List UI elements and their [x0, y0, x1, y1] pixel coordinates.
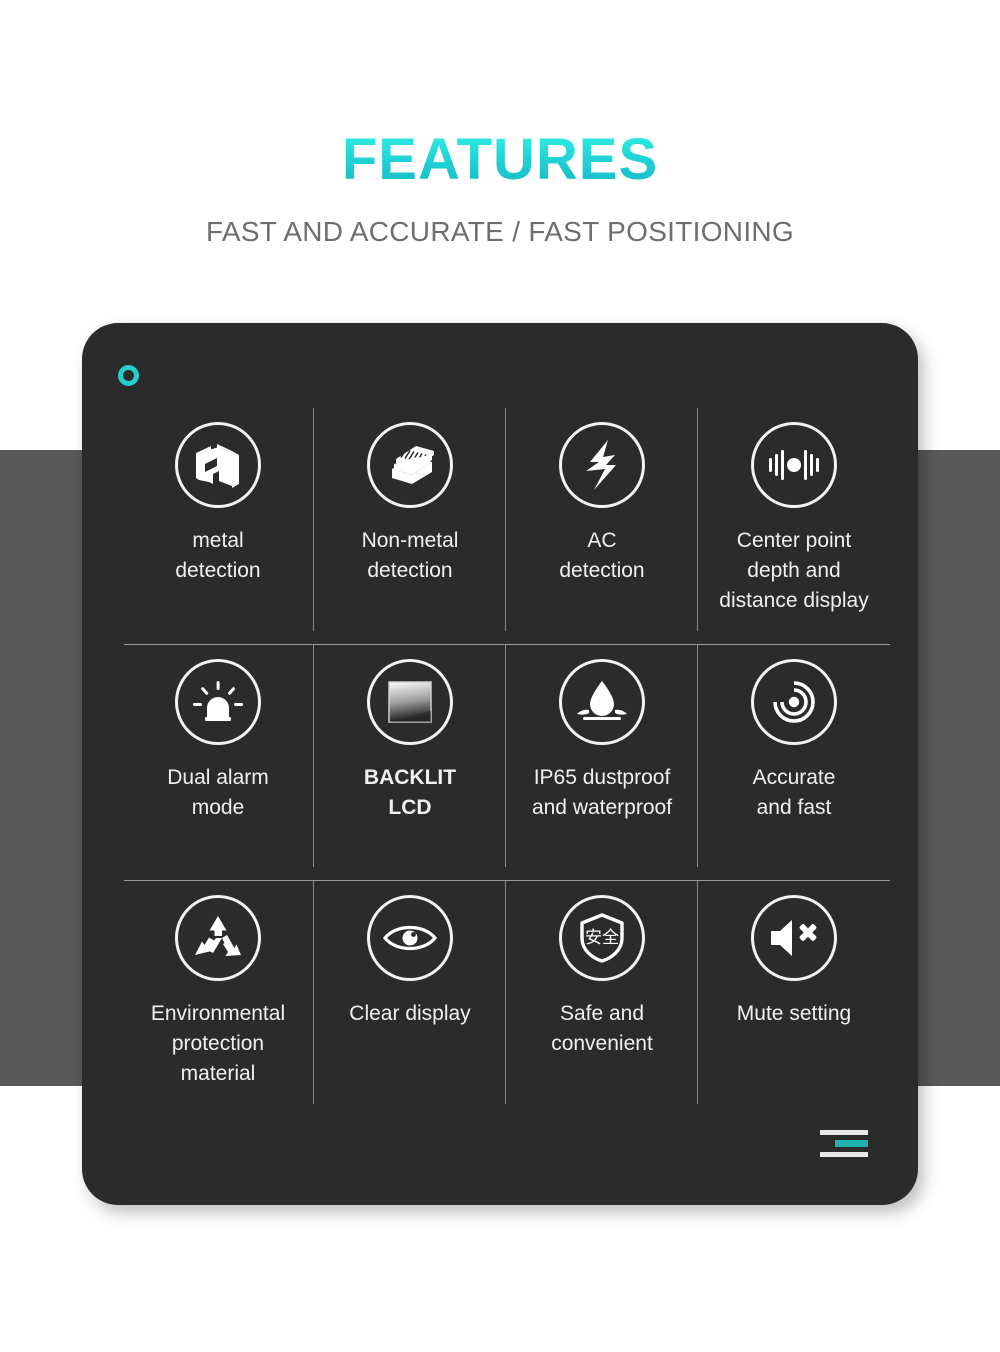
feature-cell-accurate-fast[interactable]: Accurate and fast — [686, 645, 890, 882]
feature-label: IP65 dustproof and waterproof — [531, 765, 673, 819]
feature-cell-environmental[interactable]: Environmental protection material — [122, 881, 314, 1118]
safety-shield-icon: 安全 — [559, 895, 645, 982]
water-droplet-icon — [559, 658, 645, 745]
feature-label: Center point depth and distance display — [719, 529, 869, 612]
bar-top — [820, 1130, 868, 1135]
center-point-bars-icon — [751, 422, 837, 508]
feature-cell-mute-setting[interactable]: Mute setting — [698, 881, 890, 1118]
feature-label: Mute setting — [736, 1002, 852, 1026]
feature-cell-dual-alarm[interactable]: Dual alarm mode — [122, 644, 326, 882]
feature-cell-clear-display[interactable]: Clear display — [314, 881, 506, 1118]
feature-label: Non-metal detection — [361, 529, 459, 582]
alarm-beacon-icon — [175, 658, 261, 745]
bar-bottom — [820, 1152, 868, 1157]
feature-label: Accurate and fast — [752, 765, 836, 819]
feature-label: Safe and convenient — [551, 1002, 653, 1056]
features-card: metal detection Non-metal detection AC d… — [82, 323, 918, 1205]
radar-target-icon — [751, 658, 837, 745]
feature-label: Dual alarm mode — [167, 765, 269, 819]
wood-layers-icon — [367, 422, 453, 508]
feature-label: BACKLIT LCD — [363, 765, 457, 819]
mute-speaker-icon — [751, 895, 837, 982]
feature-cell-metal-detection[interactable]: metal detection — [122, 408, 326, 645]
feature-cell-backlit-lcd[interactable]: BACKLIT LCD — [302, 644, 518, 882]
backlit-screen-icon — [367, 658, 453, 745]
page-title: FEATURES — [341, 127, 659, 192]
feature-label: metal detection — [175, 529, 261, 582]
page-subtitle: FAST AND ACCURATE / FAST POSITIONING — [205, 216, 795, 247]
bar-middle-accent — [835, 1140, 868, 1147]
shield-label: 安全 — [585, 928, 619, 948]
recycle-icon — [175, 895, 261, 982]
feature-label: AC detection — [559, 529, 645, 582]
feature-cell-center-point[interactable]: Center point depth and distance display — [686, 408, 890, 645]
stacked-bars-icon — [820, 1130, 868, 1157]
circle-ring-icon — [118, 365, 139, 386]
feature-cell-non-metal-detection[interactable]: Non-metal detection — [302, 408, 518, 645]
lightning-bolt-icon — [559, 422, 645, 508]
feature-label: Environmental protection material — [150, 1002, 286, 1086]
eye-icon — [367, 895, 453, 982]
feature-cell-safe-convenient[interactable]: 安全 Safe and convenient — [506, 881, 698, 1118]
i-beam-metal-icon — [175, 422, 261, 508]
page-header: FEATURES FAST AND ACCURATE / FAST POSITI… — [0, 0, 1000, 246]
feature-label: Clear display — [349, 1002, 471, 1026]
feature-cell-ip65[interactable]: IP65 dustproof and waterproof — [494, 644, 710, 882]
feature-cell-ac-detection[interactable]: AC detection — [494, 408, 710, 645]
features-grid: metal detection Non-metal detection AC d… — [122, 408, 890, 1118]
